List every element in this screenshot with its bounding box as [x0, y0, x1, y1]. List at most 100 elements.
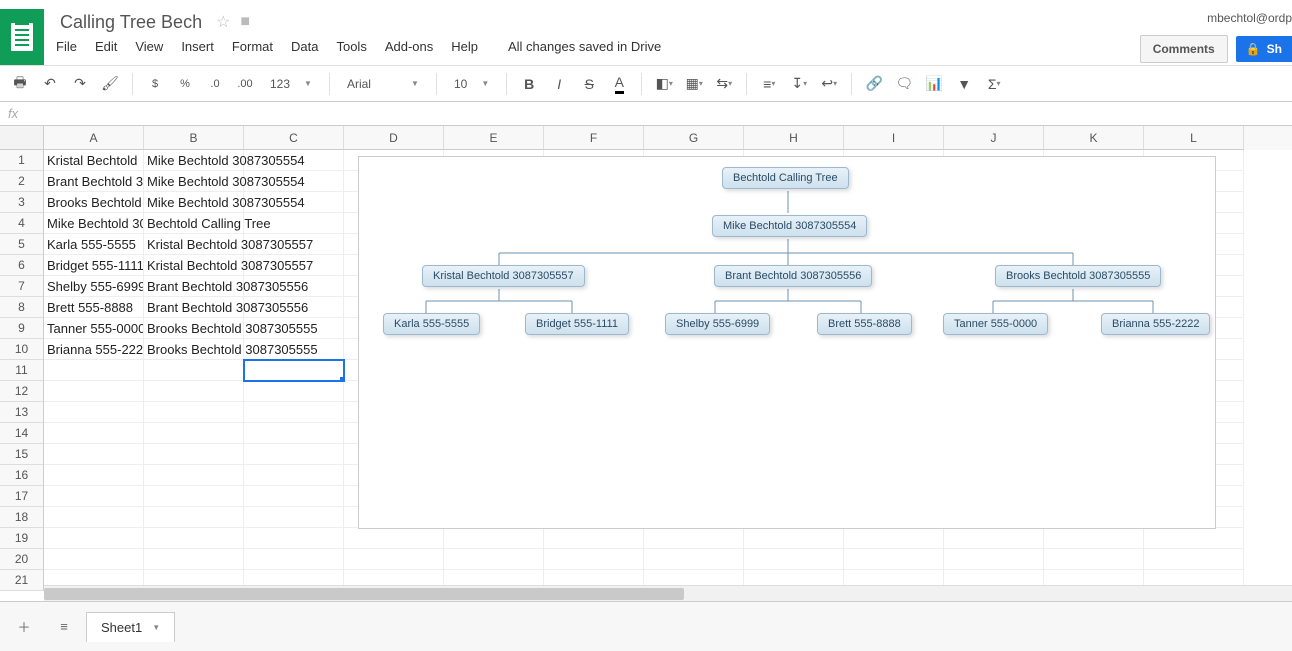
- org-node-mike[interactable]: Mike Bechtold 3087305554: [712, 215, 867, 237]
- wrap-icon[interactable]: ↩▾: [815, 71, 843, 97]
- text-color-icon[interactable]: A: [605, 71, 633, 97]
- fill-color-icon[interactable]: ◧▾: [650, 71, 678, 97]
- col-header-G[interactable]: G: [644, 126, 744, 150]
- sheets-logo[interactable]: [0, 9, 44, 65]
- cell-H20[interactable]: [744, 549, 844, 570]
- halign-icon[interactable]: ≡▾: [755, 71, 783, 97]
- cell-J20[interactable]: [944, 549, 1044, 570]
- cell-A1[interactable]: Kristal Bechtold: [44, 150, 144, 171]
- org-node-root[interactable]: Bechtold Calling Tree: [722, 167, 849, 189]
- cell-F20[interactable]: [544, 549, 644, 570]
- cell-L20[interactable]: [1144, 549, 1244, 570]
- print-icon[interactable]: 🖶: [6, 71, 34, 97]
- menu-insert[interactable]: Insert: [181, 39, 214, 54]
- cell-C16[interactable]: [244, 465, 344, 486]
- select-all-corner[interactable]: [0, 126, 44, 150]
- row-header-19[interactable]: 19: [0, 528, 44, 549]
- cell-C3[interactable]: [244, 192, 344, 213]
- cell-A2[interactable]: Brant Bechtold 3: [44, 171, 144, 192]
- sheet-tab-1[interactable]: Sheet1 ▼: [86, 612, 175, 642]
- strike-icon[interactable]: S: [575, 71, 603, 97]
- col-header-C[interactable]: C: [244, 126, 344, 150]
- italic-icon[interactable]: I: [545, 71, 573, 97]
- paint-format-icon[interactable]: 🖌: [96, 71, 124, 97]
- cell-B20[interactable]: [144, 549, 244, 570]
- merge-icon[interactable]: ⇆▾: [710, 71, 738, 97]
- cell-A15[interactable]: [44, 444, 144, 465]
- cell-B17[interactable]: [144, 486, 244, 507]
- cell-D19[interactable]: [344, 528, 444, 549]
- menu-view[interactable]: View: [135, 39, 163, 54]
- col-header-F[interactable]: F: [544, 126, 644, 150]
- cell-B10[interactable]: Brooks Bechtold 3087305555: [144, 339, 244, 360]
- cell-B7[interactable]: Brant Bechtold 3087305556: [144, 276, 244, 297]
- cell-B6[interactable]: Kristal Bechtold 3087305557: [144, 255, 244, 276]
- row-header-7[interactable]: 7: [0, 276, 44, 297]
- col-header-D[interactable]: D: [344, 126, 444, 150]
- org-node-brooks[interactable]: Brooks Bechtold 3087305555: [995, 265, 1161, 287]
- cell-A10[interactable]: Brianna 555-222: [44, 339, 144, 360]
- cell-A20[interactable]: [44, 549, 144, 570]
- bold-icon[interactable]: B: [515, 71, 543, 97]
- cell-C4[interactable]: [244, 213, 344, 234]
- cell-B11[interactable]: [144, 360, 244, 381]
- borders-icon[interactable]: ▦▾: [680, 71, 708, 97]
- cell-B5[interactable]: Kristal Bechtold 3087305557: [144, 234, 244, 255]
- org-node-shelby[interactable]: Shelby 555-6999: [665, 313, 770, 335]
- cell-A12[interactable]: [44, 381, 144, 402]
- cell-I19[interactable]: [844, 528, 944, 549]
- document-title[interactable]: Calling Tree Bech: [56, 10, 206, 35]
- col-header-J[interactable]: J: [944, 126, 1044, 150]
- functions-icon[interactable]: Σ▾: [980, 71, 1008, 97]
- user-email[interactable]: mbechtol@ordp: [1207, 11, 1292, 25]
- scroll-thumb[interactable]: [44, 588, 684, 600]
- cell-C15[interactable]: [244, 444, 344, 465]
- font-size-select[interactable]: 10▼: [445, 72, 498, 96]
- org-node-kristal[interactable]: Kristal Bechtold 3087305557: [422, 265, 585, 287]
- cell-C17[interactable]: [244, 486, 344, 507]
- row-header-8[interactable]: 8: [0, 297, 44, 318]
- row-header-21[interactable]: 21: [0, 570, 44, 591]
- menu-edit[interactable]: Edit: [95, 39, 117, 54]
- row-header-12[interactable]: 12: [0, 381, 44, 402]
- cell-K20[interactable]: [1044, 549, 1144, 570]
- redo-icon[interactable]: ↷: [66, 71, 94, 97]
- col-header-B[interactable]: B: [144, 126, 244, 150]
- decrease-decimal[interactable]: .0: [201, 71, 229, 97]
- col-header-K[interactable]: K: [1044, 126, 1144, 150]
- cell-B19[interactable]: [144, 528, 244, 549]
- menu-addons[interactable]: Add-ons: [385, 39, 433, 54]
- cell-B3[interactable]: Mike Bechtold 3087305554: [144, 192, 244, 213]
- cell-C12[interactable]: [244, 381, 344, 402]
- cell-A11[interactable]: [44, 360, 144, 381]
- row-header-5[interactable]: 5: [0, 234, 44, 255]
- cell-C1[interactable]: [244, 150, 344, 171]
- format-percent[interactable]: %: [171, 71, 199, 97]
- cell-L19[interactable]: [1144, 528, 1244, 549]
- cell-C2[interactable]: [244, 171, 344, 192]
- cell-C19[interactable]: [244, 528, 344, 549]
- cell-A19[interactable]: [44, 528, 144, 549]
- cell-A8[interactable]: Brett 555-8888: [44, 297, 144, 318]
- col-header-I[interactable]: I: [844, 126, 944, 150]
- org-chart[interactable]: Bechtold Calling Tree Mike Bechtold 3087…: [358, 156, 1216, 529]
- cell-A6[interactable]: Bridget 555-1111: [44, 255, 144, 276]
- row-header-1[interactable]: 1: [0, 150, 44, 171]
- filter-icon[interactable]: ▼: [950, 71, 978, 97]
- cell-K19[interactable]: [1044, 528, 1144, 549]
- row-header-14[interactable]: 14: [0, 423, 44, 444]
- cell-C18[interactable]: [244, 507, 344, 528]
- row-header-18[interactable]: 18: [0, 507, 44, 528]
- cell-A14[interactable]: [44, 423, 144, 444]
- row-header-6[interactable]: 6: [0, 255, 44, 276]
- col-header-E[interactable]: E: [444, 126, 544, 150]
- comments-button[interactable]: Comments: [1140, 35, 1228, 63]
- undo-icon[interactable]: ↶: [36, 71, 64, 97]
- cell-G20[interactable]: [644, 549, 744, 570]
- cell-B9[interactable]: Brooks Bechtold 3087305555: [144, 318, 244, 339]
- row-header-20[interactable]: 20: [0, 549, 44, 570]
- chevron-down-icon[interactable]: ▼: [152, 623, 160, 632]
- cell-C10[interactable]: [244, 339, 344, 360]
- cell-C6[interactable]: [244, 255, 344, 276]
- cell-C20[interactable]: [244, 549, 344, 570]
